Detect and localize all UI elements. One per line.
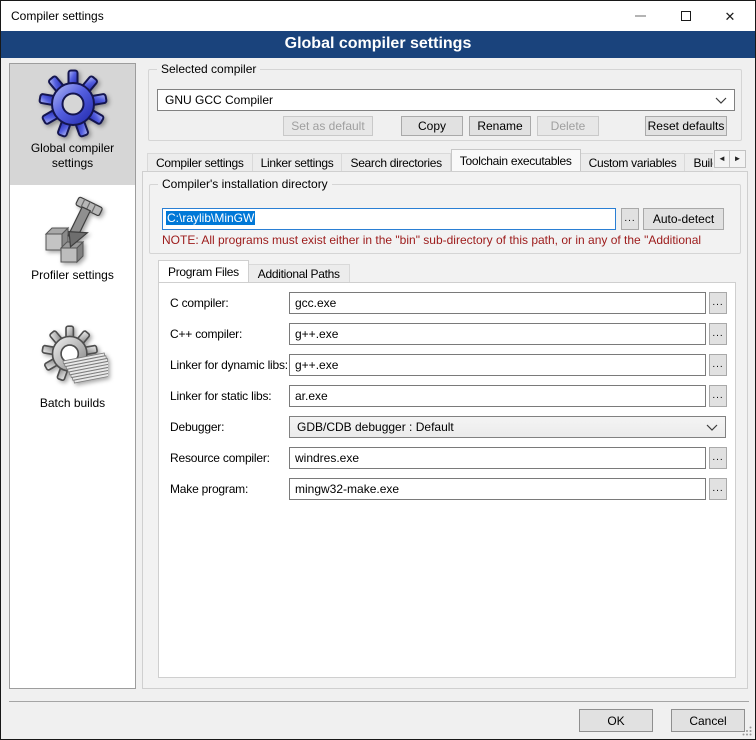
install-dir-browse-button[interactable]: ... [621, 208, 639, 230]
set-as-default-button[interactable]: Set as default [283, 116, 373, 136]
resource-compiler-browse-button[interactable]: ... [709, 447, 727, 469]
page-title: Global compiler settings [1, 31, 755, 58]
linker-dynamic-browse-button[interactable]: ... [709, 354, 727, 376]
tab-compiler-settings[interactable]: Compiler settings [147, 153, 253, 172]
make-program-input[interactable] [289, 478, 706, 500]
make-program-browse-button[interactable]: ... [709, 478, 727, 500]
cpp-compiler-input[interactable] [289, 323, 706, 345]
chevron-down-icon [706, 424, 718, 431]
bin-directory-note: NOTE: All programs must exist either in … [162, 233, 746, 247]
sidebar-item-label: Global compiler settings [10, 141, 135, 171]
compiler-select-value: GNU GCC Compiler [165, 93, 273, 107]
minimize-icon [635, 15, 646, 17]
copy-button[interactable]: Copy [401, 116, 463, 136]
tab-custom-variables[interactable]: Custom variables [581, 153, 686, 172]
tab-additional-paths[interactable]: Additional Paths [249, 264, 350, 283]
maximize-icon [681, 11, 691, 21]
compiler-select[interactable]: GNU GCC Compiler [157, 89, 735, 111]
resource-compiler-label: Resource compiler: [170, 447, 288, 469]
sidebar-item-label: Batch builds [10, 396, 135, 411]
blue-gear-icon [38, 69, 108, 139]
reset-defaults-button[interactable]: Reset defaults [645, 116, 727, 136]
make-program-label: Make program: [170, 478, 288, 500]
sidebar-item-profiler-settings[interactable]: Profiler settings [10, 191, 135, 303]
rename-button[interactable]: Rename [469, 116, 531, 136]
selected-compiler-group: Selected compiler GNU GCC Compiler Set a… [148, 69, 742, 141]
field-row-resource-compiler: Resource compiler: ... [159, 447, 735, 469]
sidebar-item-label: Profiler settings [10, 268, 135, 283]
debugger-select-value: GDB/CDB debugger : Default [297, 420, 454, 434]
chevron-down-icon [715, 97, 727, 104]
footer-divider [9, 701, 749, 702]
debugger-label: Debugger: [170, 416, 288, 438]
cpp-compiler-label: C++ compiler: [170, 323, 288, 345]
installation-directory-group-title: Compiler's installation directory [158, 177, 332, 192]
program-files-tabbar: Program Files Additional Paths [158, 260, 350, 283]
field-row-c-compiler: C compiler: ... [159, 292, 735, 314]
tab-linker-settings[interactable]: Linker settings [253, 153, 343, 172]
linker-dynamic-input[interactable] [289, 354, 706, 376]
install-dir-input[interactable]: C:\raylib\MinGW [162, 208, 616, 230]
field-row-cpp-compiler: C++ compiler: ... [159, 323, 735, 345]
field-row-linker-dynamic: Linker for dynamic libs: ... [159, 354, 735, 376]
field-row-linker-static: Linker for static libs: ... [159, 385, 735, 407]
installation-directory-group: Compiler's installation directory C:\ray… [149, 184, 741, 254]
c-compiler-label: C compiler: [170, 292, 288, 314]
linker-static-browse-button[interactable]: ... [709, 385, 727, 407]
resource-compiler-input[interactable] [289, 447, 706, 469]
c-compiler-browse-button[interactable]: ... [709, 292, 727, 314]
caliper-icon [38, 196, 108, 266]
gray-gear-stack-icon [38, 324, 108, 394]
resize-grip[interactable] [742, 726, 752, 736]
sidebar-item-batch-builds[interactable]: Batch builds [10, 319, 135, 431]
tab-toolchain-executables[interactable]: Toolchain executables [451, 149, 581, 172]
c-compiler-input[interactable] [289, 292, 706, 314]
delete-button[interactable]: Delete [537, 116, 599, 136]
cpp-compiler-browse-button[interactable]: ... [709, 323, 727, 345]
tab-search-directories[interactable]: Search directories [342, 153, 450, 172]
close-icon: ✕ [725, 10, 736, 23]
install-dir-selected-text: C:\raylib\MinGW [166, 211, 255, 225]
maximize-button[interactable] [663, 1, 709, 31]
compiler-actions: Set as default Copy Rename Delete Reset … [283, 116, 727, 136]
settings-category-list: Global compiler settings [9, 63, 136, 689]
ok-button[interactable]: OK [579, 709, 653, 732]
debugger-select[interactable]: GDB/CDB debugger : Default [289, 416, 726, 438]
tab-scroll-left-icon[interactable]: ◄ [714, 150, 730, 168]
selected-compiler-group-title: Selected compiler [157, 62, 260, 77]
linker-dynamic-label: Linker for dynamic libs: [170, 354, 288, 376]
tab-program-files[interactable]: Program Files [158, 260, 249, 283]
compiler-settings-dialog: Compiler settings ✕ Global compiler sett… [0, 0, 756, 740]
field-row-debugger: Debugger: GDB/CDB debugger : Default [159, 416, 735, 438]
auto-detect-button[interactable]: Auto-detect [643, 208, 724, 230]
tab-scroll-right-icon[interactable]: ► [730, 150, 746, 168]
cancel-button[interactable]: Cancel [671, 709, 745, 732]
sidebar-item-global-compiler-settings[interactable]: Global compiler settings [10, 64, 135, 185]
minimize-button[interactable] [617, 1, 663, 31]
linker-static-input[interactable] [289, 385, 706, 407]
program-files-page: C compiler: ... C++ compiler: ... Linker… [158, 282, 736, 678]
field-row-make-program: Make program: ... [159, 478, 735, 500]
close-button[interactable]: ✕ [707, 1, 753, 31]
settings-tabbar: Compiler settings Linker settings Search… [147, 149, 713, 172]
toolchain-executables-panel: Compiler's installation directory C:\ray… [142, 171, 748, 689]
titlebar[interactable]: Compiler settings ✕ [1, 1, 755, 31]
linker-static-label: Linker for static libs: [170, 385, 288, 407]
tab-build-options[interactable]: Build options [685, 153, 713, 172]
tab-scroll-buttons: ◄ ► [714, 150, 746, 168]
window-title: Compiler settings [11, 1, 104, 31]
